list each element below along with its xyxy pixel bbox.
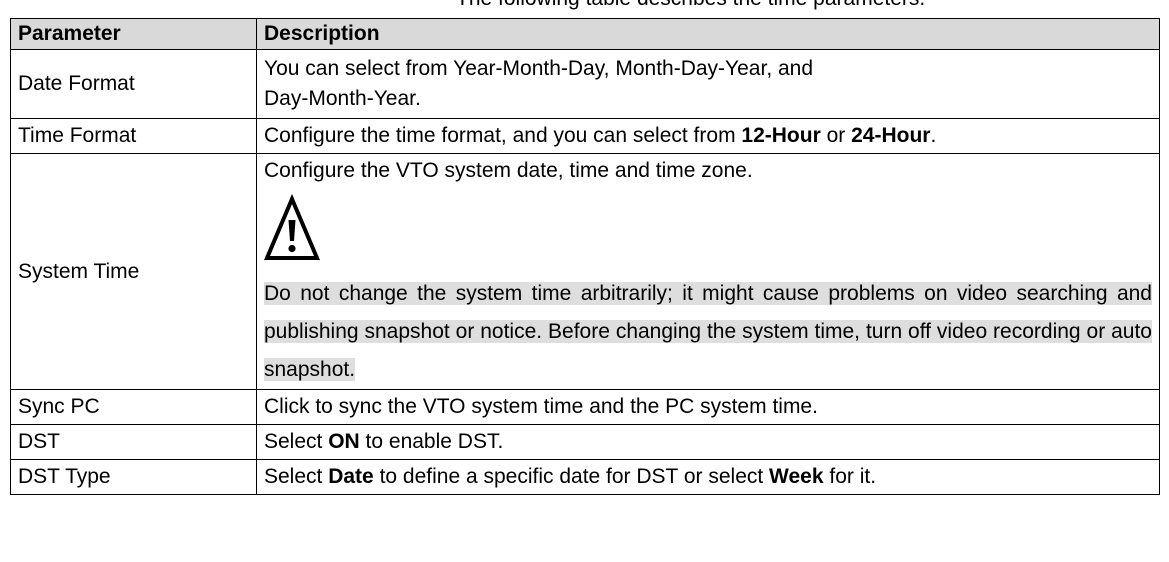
- table-row: DST Select ON to enable DST.: [10, 424, 1160, 460]
- warning-note-text: Do not change the system time arbitraril…: [264, 282, 1152, 381]
- desc-text: Select: [264, 430, 329, 453]
- warning-note: Do not change the system time arbitraril…: [264, 275, 1152, 389]
- bold-option: Week: [769, 465, 824, 488]
- bold-option: 12-Hour: [741, 124, 821, 147]
- desc-cell: Click to sync the VTO system time and th…: [256, 389, 1160, 425]
- desc-text: to enable DST.: [359, 430, 504, 453]
- param-cell: DST: [10, 424, 257, 460]
- desc-cell: You can select from Year-Month-Day, Mont…: [256, 49, 1160, 119]
- param-cell: Sync PC: [10, 389, 257, 425]
- desc-text: .: [930, 124, 937, 147]
- desc-cell: Configure the time format, and you can s…: [256, 118, 1160, 154]
- table-row: Time Format Configure the time format, a…: [10, 118, 1160, 154]
- table-row: System Time Configure the VTO system dat…: [10, 153, 1160, 390]
- table-header-row: Parameter Description: [10, 18, 1160, 50]
- bold-option: ON: [328, 430, 360, 453]
- bold-option: 24-Hour: [851, 124, 931, 147]
- table-row: DST Type Select Date to define a specifi…: [10, 459, 1160, 495]
- desc-text: Select: [264, 465, 329, 488]
- parameter-table: Parameter Description Date Format You ca…: [10, 18, 1160, 495]
- bold-option: Date: [328, 465, 374, 488]
- table-caption: The following table describes the time p…: [0, 0, 1169, 18]
- param-cell: DST Type: [10, 459, 257, 495]
- table-row: Date Format You can select from Year-Mon…: [10, 49, 1160, 119]
- desc-text: Configure the time format, and you can s…: [264, 124, 742, 147]
- desc-cell: Select ON to enable DST.: [256, 424, 1160, 460]
- desc-text: for it.: [823, 465, 877, 488]
- header-description: Description: [256, 18, 1160, 50]
- desc-text: to define a specific date for DST or sel…: [373, 465, 770, 488]
- caption-text: The following table describes the time p…: [456, 0, 925, 11]
- desc-cell: Select Date to define a specific date fo…: [256, 459, 1160, 495]
- desc-text-continued: Day-Month-Year.: [264, 87, 421, 110]
- header-parameter: Parameter: [10, 18, 257, 50]
- param-cell: Time Format: [10, 118, 257, 154]
- warning-icon: [263, 193, 1152, 273]
- desc-cell: Configure the VTO system date, time and …: [256, 153, 1160, 390]
- param-cell: Date Format: [10, 49, 257, 119]
- desc-text: Configure the VTO system date, time and …: [264, 159, 753, 182]
- desc-text: or: [820, 124, 852, 147]
- desc-text: You can select from Year-Month-Day, Mont…: [264, 57, 814, 80]
- table-row: Sync PC Click to sync the VTO system tim…: [10, 389, 1160, 425]
- param-cell: System Time: [10, 153, 257, 390]
